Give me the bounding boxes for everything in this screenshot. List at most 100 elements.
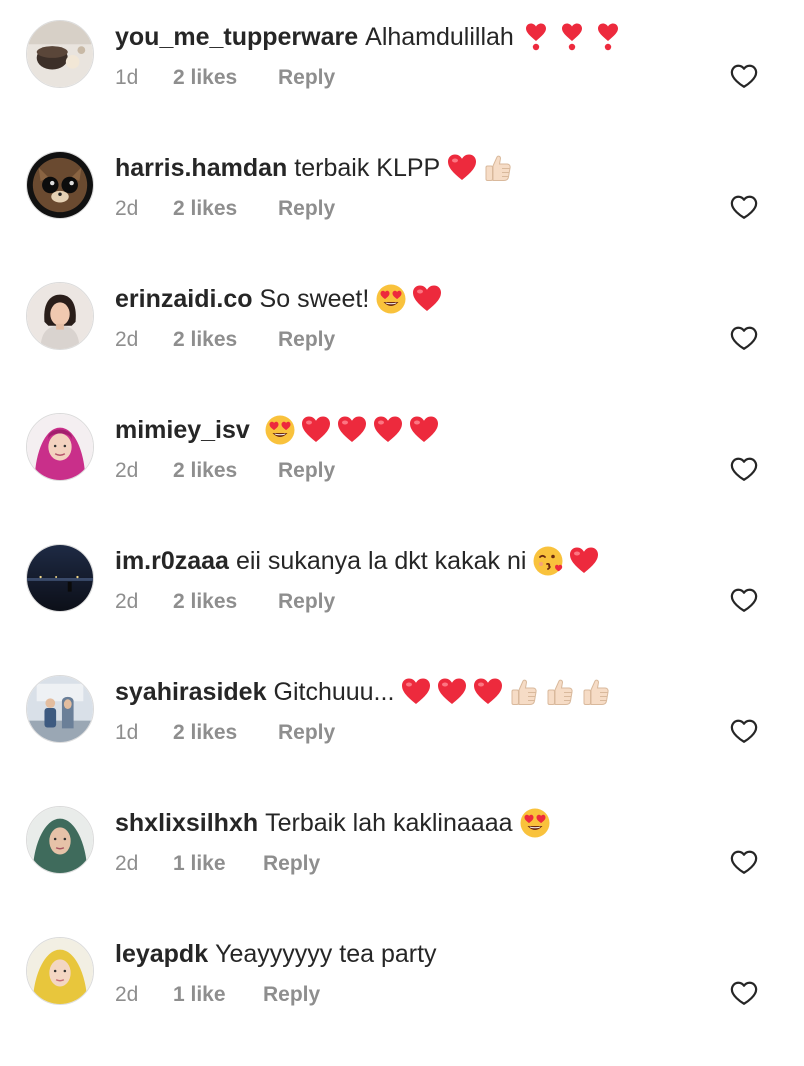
hijab-yellow-avatar[interactable] — [26, 937, 94, 1005]
reply-button[interactable]: Reply — [278, 590, 335, 614]
heart-outline-icon[interactable] — [730, 586, 758, 614]
thumbs-up-emoji — [504, 676, 540, 708]
comment-meta: 2d 2 likes Reply — [115, 197, 335, 221]
comment-time[interactable]: 1d — [115, 66, 173, 90]
comment-emojis — [396, 676, 612, 708]
comment-time[interactable]: 2d — [115, 459, 173, 483]
heavy-exclamation-heart-emoji — [516, 21, 552, 53]
comment-username[interactable]: you_me_tupperware — [115, 20, 358, 54]
hijab-green-avatar[interactable] — [26, 806, 94, 874]
comment-meta: 1d 2 likes Reply — [115, 66, 335, 90]
comment-emojis — [528, 545, 600, 577]
comment-likes[interactable]: 2 likes — [173, 197, 278, 221]
heart-outline-icon[interactable] — [730, 62, 758, 90]
reply-button[interactable]: Reply — [278, 459, 335, 483]
hijab-pink-avatar[interactable] — [26, 413, 94, 481]
comment-row: erinzaidi.co So sweet! 2d 2 likes Reply — [0, 280, 804, 411]
comment-username[interactable]: mimiey_isv — [115, 413, 250, 447]
red-heart-emoji — [404, 414, 440, 446]
comment-likes[interactable]: 2 likes — [173, 328, 278, 352]
red-heart-emoji — [396, 676, 432, 708]
night-avatar[interactable] — [26, 544, 94, 612]
comment-time[interactable]: 2d — [115, 983, 173, 1007]
heart-outline-icon[interactable] — [730, 324, 758, 352]
comment-line: leyapdk Yeayyyyyy tea party — [115, 937, 439, 971]
comment-time[interactable]: 2d — [115, 328, 173, 352]
heart-outline-icon[interactable] — [730, 193, 758, 221]
comment-line: mimiey_isv — [115, 413, 440, 447]
heart-outline-icon[interactable] — [730, 848, 758, 876]
comment-line: harris.hamdan terbaik KLPP — [115, 151, 514, 185]
comment-row: harris.hamdan terbaik KLPP 2d 2 likes Re… — [0, 149, 804, 280]
heart-eyes-emoji — [371, 283, 407, 315]
family-avatar[interactable] — [26, 675, 94, 743]
comment-text: Gitchuuu... — [273, 678, 395, 706]
comment-time[interactable]: 2d — [115, 590, 173, 614]
comment-emojis — [260, 414, 440, 446]
red-heart-emoji — [407, 283, 443, 315]
comment-text: Alhamdulillah — [365, 23, 514, 51]
comment-text: Yeayyyyyy tea party — [215, 940, 437, 968]
comment-time[interactable]: 1d — [115, 721, 173, 745]
comment-meta: 2d 2 likes Reply — [115, 459, 335, 483]
comment-emojis — [515, 807, 551, 839]
heart-eyes-emoji — [260, 414, 296, 446]
comment-username[interactable]: im.r0zaaa — [115, 544, 229, 578]
comment-username[interactable]: harris.hamdan — [115, 151, 287, 185]
comment-text: eii sukanya la dkt kakak ni — [235, 547, 527, 575]
red-heart-emoji — [432, 676, 468, 708]
cat-avatar[interactable] — [26, 151, 94, 219]
red-heart-emoji — [296, 414, 332, 446]
comment-text: So sweet! — [259, 285, 370, 313]
heavy-exclamation-heart-emoji — [588, 21, 624, 53]
comment-likes[interactable]: 2 likes — [173, 721, 278, 745]
reply-button[interactable]: Reply — [263, 852, 320, 876]
comment-text: Terbaik lah kaklinaaaa — [265, 809, 513, 837]
comment-line: shxlixsilhxh Terbaik lah kaklinaaaa — [115, 806, 551, 840]
comment-emojis — [516, 21, 624, 53]
comment-likes[interactable]: 1 like — [173, 983, 263, 1007]
comment-meta: 2d 2 likes Reply — [115, 590, 335, 614]
heart-eyes-emoji — [515, 807, 551, 839]
reply-button[interactable]: Reply — [278, 197, 335, 221]
comment-row: shxlixsilhxh Terbaik lah kaklinaaaa 2d 1… — [0, 804, 804, 935]
comment-username[interactable]: erinzaidi.co — [115, 282, 253, 316]
comment-row: syahirasidek Gitchuuu... 1d 2 likes Repl… — [0, 673, 804, 804]
reply-button[interactable]: Reply — [278, 721, 335, 745]
girl-avatar[interactable] — [26, 282, 94, 350]
comment-row: mimiey_isv 2d 2 likes Reply — [0, 411, 804, 542]
comment-username[interactable]: shxlixsilhxh — [115, 806, 258, 840]
thumbs-up-emoji — [478, 152, 514, 184]
reply-button[interactable]: Reply — [278, 66, 335, 90]
comment-likes[interactable]: 2 likes — [173, 66, 278, 90]
comment-row: im.r0zaaa eii sukanya la dkt kakak ni 2d… — [0, 542, 804, 673]
heart-outline-icon[interactable] — [730, 979, 758, 1007]
comment-time[interactable]: 2d — [115, 852, 173, 876]
red-heart-emoji — [564, 545, 600, 577]
comment-line: erinzaidi.co So sweet! — [115, 282, 443, 316]
comment-time[interactable]: 2d — [115, 197, 173, 221]
comment-row: leyapdk Yeayyyyyy tea party 2d 1 like Re… — [0, 935, 804, 1066]
comment-emojis — [442, 152, 514, 184]
comment-likes[interactable]: 1 like — [173, 852, 263, 876]
comment-username[interactable]: syahirasidek — [115, 675, 267, 709]
red-heart-emoji — [368, 414, 404, 446]
thumbs-up-emoji — [540, 676, 576, 708]
comment-likes[interactable]: 2 likes — [173, 590, 278, 614]
comment-meta: 2d 1 like Reply — [115, 983, 320, 1007]
comment-likes[interactable]: 2 likes — [173, 459, 278, 483]
red-heart-emoji — [442, 152, 478, 184]
heart-outline-icon[interactable] — [730, 717, 758, 745]
heavy-exclamation-heart-emoji — [552, 21, 588, 53]
tupperware-avatar[interactable] — [26, 20, 94, 88]
comment-line: syahirasidek Gitchuuu... — [115, 675, 612, 709]
heart-outline-icon[interactable] — [730, 455, 758, 483]
comment-username[interactable]: leyapdk — [115, 937, 208, 971]
kissing-heart-emoji — [528, 545, 564, 577]
comment-meta: 2d 2 likes Reply — [115, 328, 335, 352]
comment-emojis — [371, 283, 443, 315]
reply-button[interactable]: Reply — [278, 328, 335, 352]
reply-button[interactable]: Reply — [263, 983, 320, 1007]
thumbs-up-emoji — [576, 676, 612, 708]
comment-meta: 2d 1 like Reply — [115, 852, 320, 876]
